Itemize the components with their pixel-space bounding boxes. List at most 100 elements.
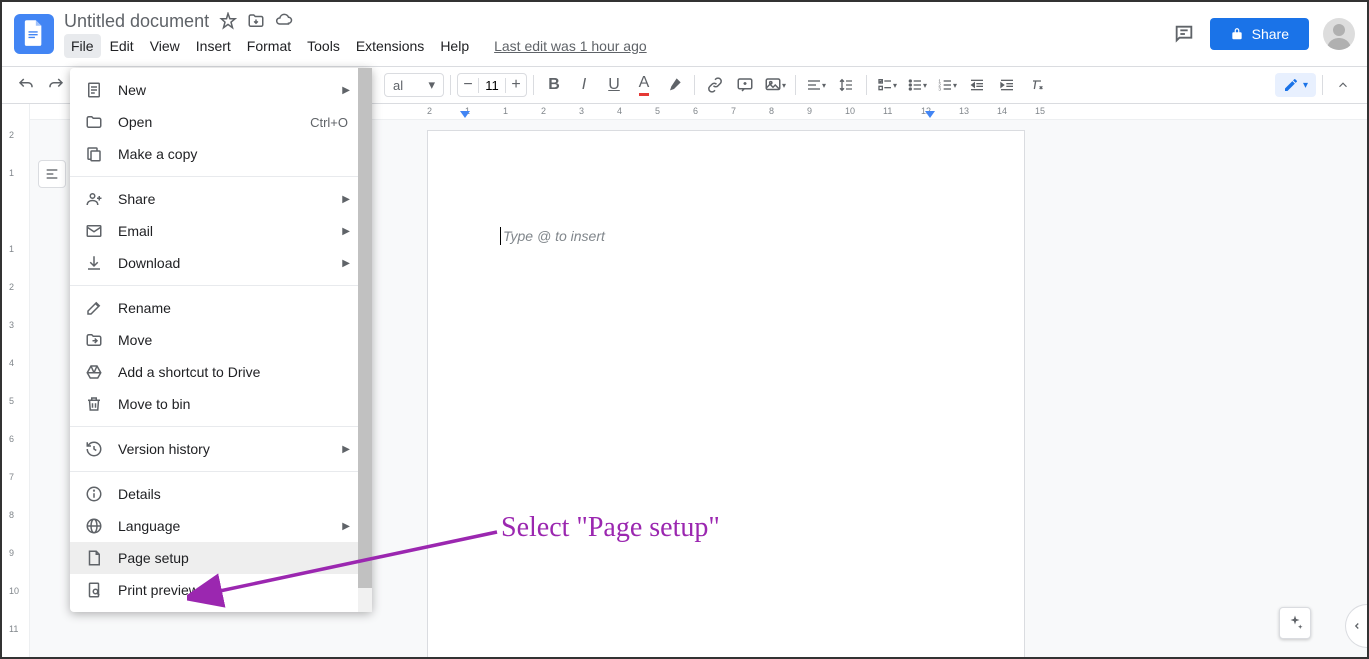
download-icon (84, 253, 104, 273)
menu-item-label: Add a shortcut to Drive (118, 364, 358, 380)
menu-insert[interactable]: Insert (189, 34, 238, 58)
menu-item-label: Page setup (118, 550, 358, 566)
doc-title[interactable]: Untitled document (64, 11, 209, 32)
file-menu-print-preview[interactable]: Print preview (70, 574, 372, 606)
align-button[interactable]: ▾ (802, 71, 830, 99)
submenu-arrow-icon: ▶ (342, 258, 350, 269)
menu-extensions[interactable]: Extensions (349, 34, 431, 58)
checklist-button[interactable]: ▾ (873, 71, 901, 99)
line-spacing-button[interactable] (832, 71, 860, 99)
file-new-icon (84, 80, 104, 100)
file-menu-add-a-shortcut-to-drive[interactable]: Add a shortcut to Drive (70, 356, 372, 388)
cloud-icon[interactable] (275, 12, 293, 30)
font-name-select[interactable]: al▾ (384, 73, 444, 97)
menu-format[interactable]: Format (240, 34, 298, 58)
file-menu-new[interactable]: New▶ (70, 74, 372, 106)
font-size-increase[interactable]: + (506, 76, 526, 94)
file-menu-page-setup[interactable]: Page setup (70, 542, 372, 574)
menu-tools[interactable]: Tools (300, 34, 347, 58)
menu-file[interactable]: File (64, 34, 101, 58)
font-size-value[interactable]: 11 (478, 78, 506, 93)
indent-increase-button[interactable] (993, 71, 1021, 99)
drive-shortcut-icon (84, 362, 104, 382)
menu-item-label: Move to bin (118, 396, 358, 412)
menu-item-label: Download (118, 255, 358, 271)
text-color-button[interactable]: A (630, 71, 658, 99)
link-button[interactable] (701, 71, 729, 99)
explore-button[interactable] (1279, 607, 1311, 639)
folder-move-icon (84, 330, 104, 350)
redo-button[interactable] (42, 71, 70, 99)
file-menu-details[interactable]: Details (70, 478, 372, 510)
comments-icon[interactable] (1172, 22, 1196, 46)
italic-button[interactable]: I (570, 71, 598, 99)
docs-logo[interactable] (14, 14, 54, 54)
file-menu-language[interactable]: Language▶ (70, 510, 372, 542)
copy-icon (84, 144, 104, 164)
person-add-icon (84, 189, 104, 209)
menu-item-label: Rename (118, 300, 358, 316)
comment-button[interactable] (731, 71, 759, 99)
menu-scrollbar[interactable] (358, 68, 372, 612)
file-menu-move-to-bin[interactable]: Move to bin (70, 388, 372, 420)
menu-view[interactable]: View (143, 34, 187, 58)
menu-divider (70, 285, 372, 286)
numbered-list-button[interactable]: 123▾ (933, 71, 961, 99)
font-size-control[interactable]: − 11 + (457, 73, 527, 97)
submenu-arrow-icon: ▶ (342, 521, 350, 532)
page-setup-icon (84, 548, 104, 568)
file-menu-share[interactable]: Share▶ (70, 183, 372, 215)
submenu-arrow-icon: ▶ (342, 226, 350, 237)
file-menu-rename[interactable]: Rename (70, 292, 372, 324)
vertical-ruler[interactable]: 2 1 1 2 3 4 5 6 7 8 9 10 11 (6, 120, 22, 657)
image-button[interactable]: ▾ (761, 71, 789, 99)
text-cursor (500, 227, 501, 245)
underline-button[interactable]: U (600, 71, 628, 99)
file-menu-move[interactable]: Move (70, 324, 372, 356)
menu-item-label: Details (118, 486, 358, 502)
file-menu-download[interactable]: Download▶ (70, 247, 372, 279)
avatar[interactable] (1323, 18, 1355, 50)
file-menu-email[interactable]: Email▶ (70, 215, 372, 247)
move-folder-icon[interactable] (247, 12, 265, 30)
placeholder-text: Type @ to insert (503, 228, 605, 244)
share-label: Share (1252, 26, 1289, 42)
page[interactable]: Type @ to insert (427, 130, 1025, 657)
file-menu-open[interactable]: OpenCtrl+O (70, 106, 372, 138)
clear-formatting-button[interactable] (1023, 71, 1051, 99)
globe-icon (84, 516, 104, 536)
trash-icon (84, 394, 104, 414)
menu-item-label: Make a copy (118, 146, 358, 162)
menu-item-label: Version history (118, 441, 358, 457)
submenu-arrow-icon: ▶ (342, 85, 350, 96)
lock-icon (1230, 27, 1244, 41)
last-edit-link[interactable]: Last edit was 1 hour ago (494, 38, 647, 54)
info-icon (84, 484, 104, 504)
file-menu-make-a-copy[interactable]: Make a copy (70, 138, 372, 170)
menu-divider (70, 176, 372, 177)
menu-divider (70, 426, 372, 427)
docs-icon (23, 20, 45, 48)
share-button[interactable]: Share (1210, 18, 1309, 50)
menu-help[interactable]: Help (433, 34, 476, 58)
file-menu-version-history[interactable]: Version history▶ (70, 433, 372, 465)
star-icon[interactable] (219, 12, 237, 30)
highlight-button[interactable] (660, 71, 688, 99)
font-size-decrease[interactable]: − (458, 76, 478, 94)
bullet-list-button[interactable]: ▾ (903, 71, 931, 99)
print-preview-icon (84, 580, 104, 600)
svg-text:3: 3 (938, 86, 941, 91)
editing-mode-button[interactable]: ▾ (1275, 73, 1316, 97)
menu-edit[interactable]: Edit (103, 34, 141, 58)
indent-decrease-button[interactable] (963, 71, 991, 99)
left-gutter: 2 1 1 2 3 4 5 6 7 8 9 10 11 (2, 104, 30, 657)
menu-item-label: Move (118, 332, 358, 348)
titlebar: Untitled document File Edit View Insert … (2, 2, 1367, 66)
bold-button[interactable]: B (540, 71, 568, 99)
collapse-toolbar-button[interactable] (1329, 71, 1357, 99)
submenu-arrow-icon: ▶ (342, 444, 350, 455)
menu-item-label: New (118, 82, 358, 98)
undo-button[interactable] (12, 71, 40, 99)
pen-icon (1283, 77, 1299, 93)
menu-item-label: Share (118, 191, 358, 207)
